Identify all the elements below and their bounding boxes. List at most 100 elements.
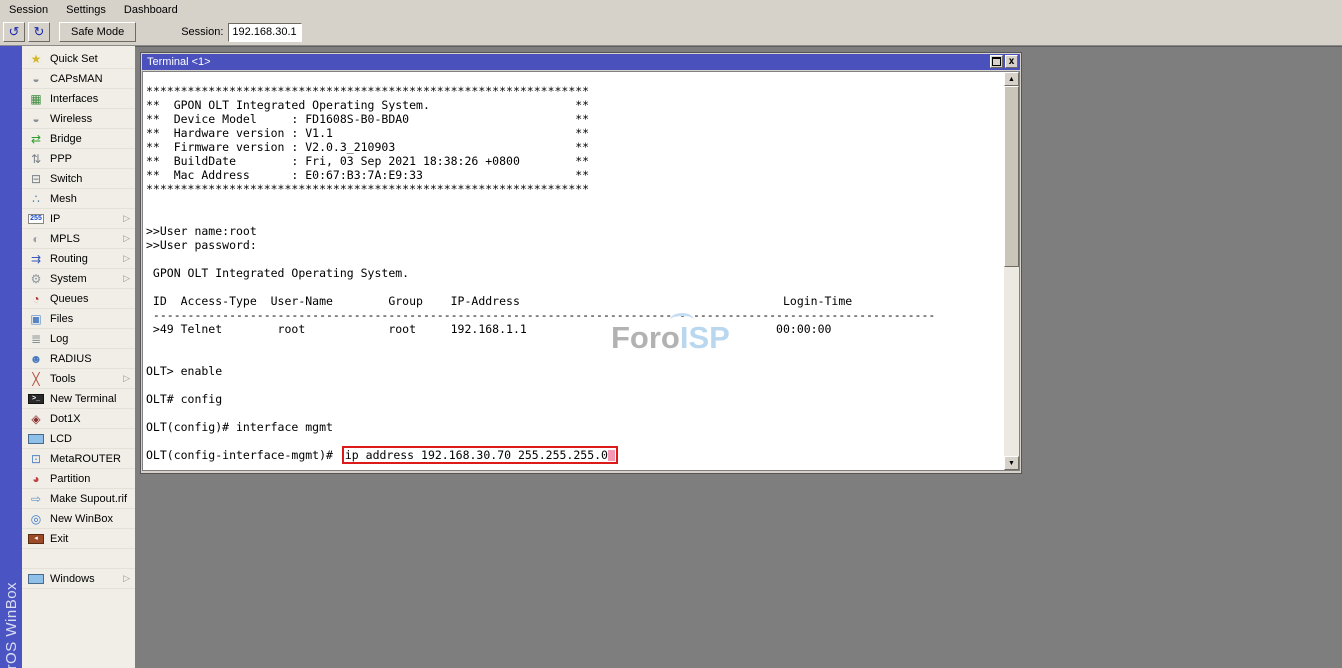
sidebar-item-mesh[interactable]: ∴Mesh: [22, 189, 135, 209]
sidebar-item-label: IP: [50, 213, 60, 225]
terminal-line: ** Device Model : FD1608S-B0-BDA0 **: [146, 112, 1004, 126]
sidebar-item-mpls[interactable]: ◐MPLS▷: [22, 229, 135, 249]
submenu-arrow-icon: ▷: [123, 373, 130, 384]
terminal-line: [146, 378, 1004, 392]
sidebar-item-label: System: [50, 273, 87, 285]
brand-strip: RouterOS WinBox: [0, 46, 22, 668]
sidebar-item-new-winbox[interactable]: ◎New WinBox: [22, 509, 135, 529]
close-button[interactable]: x: [1005, 55, 1018, 68]
terminal-line: ****************************************…: [146, 182, 1004, 196]
close-icon: x: [1008, 57, 1014, 67]
sidebar-item-label: Mesh: [50, 193, 77, 205]
menu-item-dashboard[interactable]: Dashboard: [115, 2, 187, 18]
main-area: RouterOS WinBox ★Quick Set◒CAPsMAN▦Inter…: [0, 46, 1342, 668]
menu-item-session[interactable]: Session: [0, 2, 57, 18]
sidebar-item-files[interactable]: ▣Files: [22, 309, 135, 329]
sidebar-item-label: Routing: [50, 253, 88, 265]
menu-bar: SessionSettingsDashboard: [0, 0, 1342, 19]
terminal-line: OLT# config: [146, 392, 1004, 406]
winbox-app: SessionSettingsDashboard ↺ ↻ Safe Mode S…: [0, 0, 1342, 668]
ip-icon: 255: [28, 214, 44, 224]
undo-button[interactable]: ↺: [3, 22, 25, 42]
terminal-line: >>User name:root: [146, 224, 1004, 238]
sidebar-item-interfaces[interactable]: ▦Interfaces: [22, 89, 135, 109]
safe-mode-button[interactable]: Safe Mode: [59, 22, 136, 42]
brand-vertical-text: RouterOS WinBox: [3, 582, 20, 668]
terminal-line: ****************************************…: [146, 84, 1004, 98]
session-label: Session:: [181, 26, 223, 38]
scrollbar-thumb[interactable]: [1004, 86, 1019, 267]
system-icon: ⚙: [28, 272, 44, 286]
scroll-down-icon: ▼: [1008, 460, 1015, 467]
sidebar-item-dot1x[interactable]: ◈ Dot1X: [22, 409, 135, 429]
submenu-arrow-icon: ▷: [123, 213, 130, 224]
sidebar-item-radius[interactable]: ☻RADIUS: [22, 349, 135, 369]
sidebar-item-capsman[interactable]: ◒CAPsMAN: [22, 69, 135, 89]
dot1x-icon: ◈: [28, 412, 44, 426]
sidebar-item-wireless[interactable]: ◒Wireless: [22, 109, 135, 129]
undo-icon: ↺: [9, 24, 20, 40]
submenu-arrow-icon: ▷: [123, 253, 130, 264]
command-text: ip address 192.168.30.70 255.255.255.0: [345, 448, 608, 462]
exit-icon: ◂: [28, 534, 44, 544]
sidebar-item-tools[interactable]: ╳Tools▷: [22, 369, 135, 389]
sidebar: ★Quick Set◒CAPsMAN▦Interfaces◒Wireless⇄B…: [22, 46, 135, 668]
sidebar-item-bridge[interactable]: ⇄Bridge: [22, 129, 135, 149]
sidebar-item-metarouter[interactable]: ⊡MetaROUTER: [22, 449, 135, 469]
sidebar-item-exit[interactable]: ◂ Exit: [22, 529, 135, 549]
switch-icon: ⊟: [28, 172, 44, 186]
sidebar-item-system[interactable]: ⚙System▷: [22, 269, 135, 289]
terminal-line: [146, 210, 1004, 224]
sidebar-item-quick-set[interactable]: ★Quick Set: [22, 49, 135, 69]
sidebar-item-ppp[interactable]: ⇅PPP: [22, 149, 135, 169]
mdi-workspace: Terminal <1> x *************************…: [135, 46, 1342, 668]
sidebar-item-label: Queues: [50, 293, 89, 305]
capsman-icon: ◒: [28, 72, 44, 86]
menu-item-settings[interactable]: Settings: [57, 2, 115, 18]
terminal-line: [146, 196, 1004, 210]
sidebar-item-partition[interactable]: ◕Partition: [22, 469, 135, 489]
sidebar-item-label: LCD: [50, 433, 72, 445]
session-input[interactable]: [228, 23, 302, 42]
queues-icon: ◔: [28, 292, 44, 306]
terminal-line: [146, 406, 1004, 420]
sidebar-item-windows[interactable]: Windows▷: [22, 569, 135, 589]
terminal-line: ** Mac Address : E0:67:B3:7A:E9:33 **: [146, 168, 1004, 182]
log-icon: ≣: [28, 332, 44, 346]
sidebar-item-ip[interactable]: 255 IP ▷: [22, 209, 135, 229]
sidebar-item-label: Bridge: [50, 133, 82, 145]
mpls-icon: ◐: [28, 232, 44, 246]
sidebar-item-label: Interfaces: [50, 93, 98, 105]
sidebar-item-make-supout-rif[interactable]: ⇨Make Supout.rif: [22, 489, 135, 509]
sidebar-item-switch[interactable]: ⊟Switch: [22, 169, 135, 189]
sidebar-item-queues[interactable]: ◔ Queues: [22, 289, 135, 309]
sidebar-item-label: New Terminal: [50, 393, 116, 405]
redo-button[interactable]: ↻: [28, 22, 50, 42]
terminal-line: GPON OLT Integrated Operating System.: [146, 266, 1004, 280]
scroll-up-button[interactable]: ▲: [1004, 72, 1019, 86]
sidebar-item-label: Dot1X: [50, 413, 81, 425]
sidebar-item-label: MPLS: [50, 233, 80, 245]
terminal-output[interactable]: ****************************************…: [143, 72, 1004, 470]
terminal-line: ----------------------------------------…: [146, 308, 1004, 322]
sidebar-item-log[interactable]: ≣Log: [22, 329, 135, 349]
sidebar-item-label: Files: [50, 313, 73, 325]
terminal-prompt: OLT(config-interface-mgmt)#: [146, 448, 340, 462]
terminal-cursor: [608, 450, 615, 461]
metarouter-icon: ⊡: [28, 452, 44, 466]
sidebar-item-label: Wireless: [50, 113, 92, 125]
terminal-titlebar[interactable]: Terminal <1> x: [142, 54, 1020, 70]
sidebar-item-label: Exit: [50, 533, 68, 545]
routing-icon: ⇉: [28, 252, 44, 266]
sidebar-item-lcd[interactable]: LCD: [22, 429, 135, 449]
sidebar-item-label: PPP: [50, 153, 72, 165]
maximize-button[interactable]: [990, 55, 1003, 68]
sidebar-item-routing[interactable]: ⇉ Routing ▷: [22, 249, 135, 269]
make-supout-icon: ⇨: [28, 492, 44, 506]
sidebar-item-label: Partition: [50, 473, 90, 485]
sidebar-item-new-terminal[interactable]: >_New Terminal: [22, 389, 135, 409]
scroll-down-button[interactable]: ▼: [1004, 456, 1019, 470]
terminal-line: ** BuildDate : Fri, 03 Sep 2021 18:38:26…: [146, 154, 1004, 168]
redo-icon: ↻: [34, 24, 45, 40]
terminal-scrollbar[interactable]: ▲ ▼: [1004, 72, 1019, 470]
